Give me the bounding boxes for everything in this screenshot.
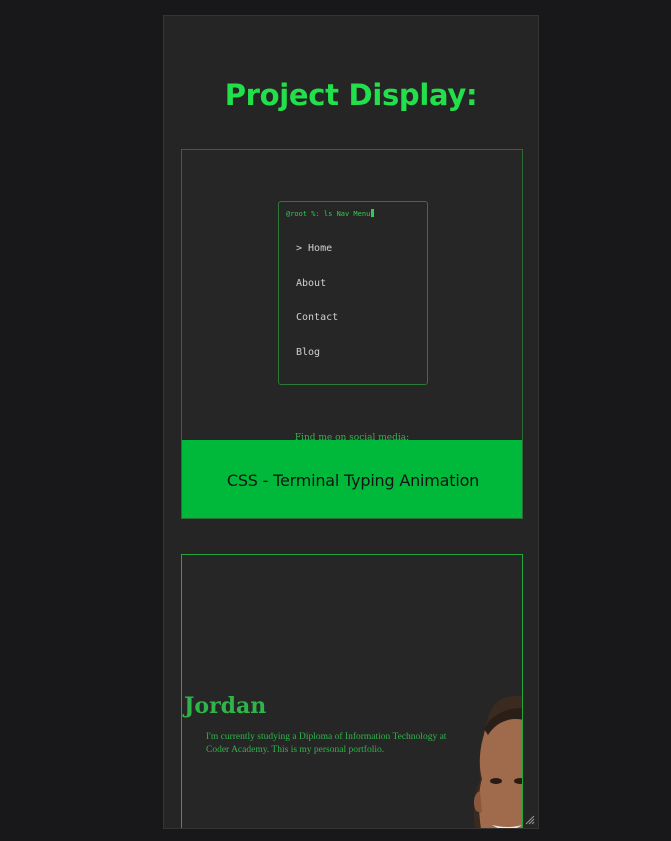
menu-item-blog: Blog: [296, 347, 321, 358]
project-caption-banner[interactable]: CSS - Terminal Typing Animation: [182, 440, 522, 518]
terminal-prompt: @root %: ls Nav Menu: [286, 209, 375, 218]
project-card-terminal-animation[interactable]: @root %: ls Nav Menu > Home About Contac…: [181, 149, 523, 519]
project-panel: Project Display: @root %: ls Nav Menu > …: [163, 15, 539, 829]
terminal-cursor-icon: [371, 209, 375, 217]
portfolio-name: Jordan: [184, 693, 267, 719]
project-caption: CSS - Terminal Typing Animation: [226, 470, 480, 490]
menu-item-contact: Contact: [296, 312, 339, 323]
portfolio-bio: I'm currently studying a Diploma of Info…: [206, 732, 447, 755]
resize-handle-icon[interactable]: [525, 815, 535, 825]
menu-item-about: About: [296, 278, 327, 289]
terminal-nav-menu: @root %: ls Nav Menu > Home About Contac…: [278, 201, 428, 385]
menu-item-home: > Home: [296, 243, 333, 254]
profile-photo: [473, 695, 522, 828]
page-title: Project Display:: [224, 78, 478, 112]
terminal-prompt-text: @root %: ls Nav Menu: [286, 210, 371, 218]
project-card-portfolio[interactable]: Jordan I'm currently studying a Diploma …: [181, 554, 523, 828]
